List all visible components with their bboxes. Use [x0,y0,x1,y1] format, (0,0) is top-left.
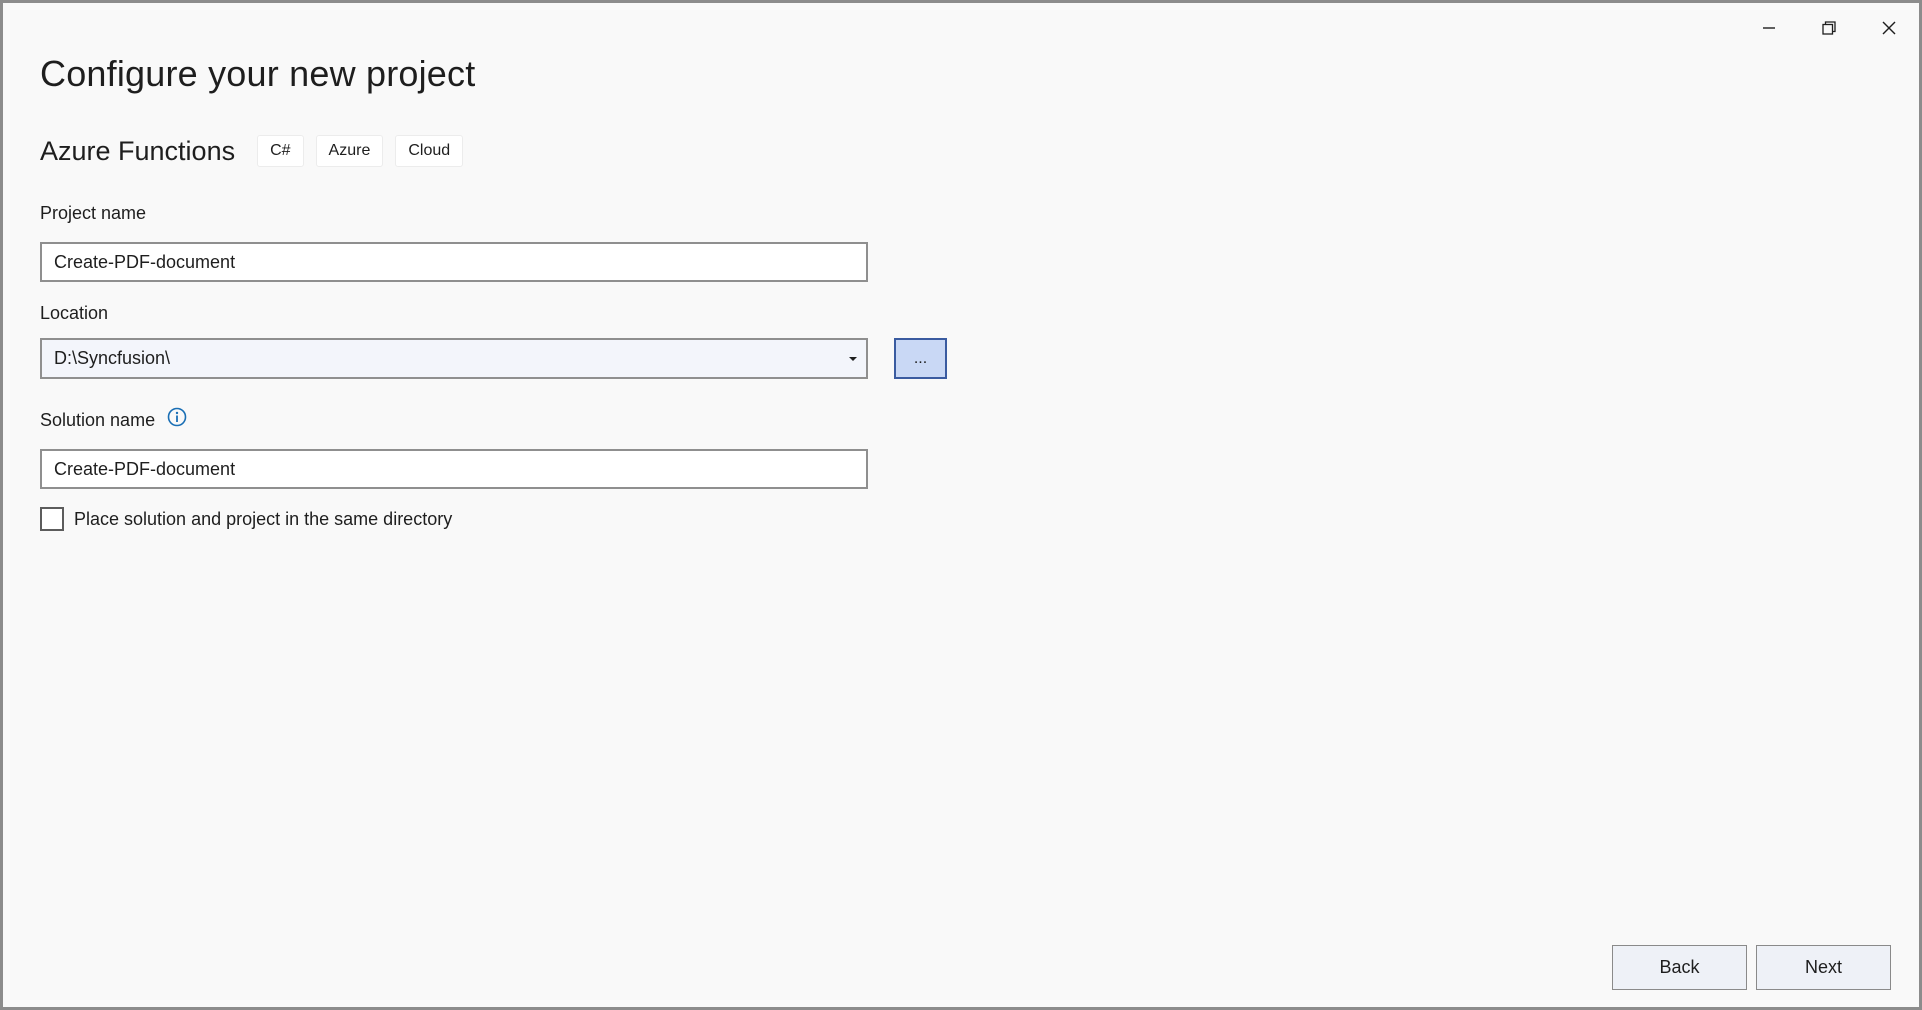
location-label: Location [40,303,109,323]
same-directory-label: Place solution and project in the same d… [74,508,453,529]
project-name-input[interactable] [40,242,868,282]
info-icon[interactable] [167,407,187,432]
minimize-icon [1763,27,1775,29]
tag-platform: Azure [315,135,384,167]
tag-language: C# [257,135,304,167]
same-directory-option[interactable]: Place solution and project in the same d… [40,507,452,531]
project-name-label: Project name [40,203,147,223]
solution-name-label: Solution name [40,407,187,432]
restore-button[interactable] [1801,9,1857,47]
solution-name-input[interactable] [40,449,868,489]
configure-project-window: Configure your new project Azure Functio… [0,0,1922,1010]
restore-icon [1822,21,1836,35]
tag-project-type: Cloud [395,135,464,167]
solution-name-label-text: Solution name [40,410,156,430]
close-icon [1882,21,1896,35]
close-button[interactable] [1861,9,1917,47]
location-value: D:\Syncfusion\ [54,348,171,368]
same-directory-checkbox[interactable] [40,507,64,531]
back-button[interactable]: Back [1612,945,1747,990]
minimize-button[interactable] [1741,9,1797,47]
dropdown-arrow-icon[interactable] [840,340,866,377]
template-info: Azure Functions C# Azure Cloud [40,135,475,167]
browse-location-button[interactable]: ... [894,338,947,379]
next-button[interactable]: Next [1756,945,1891,990]
location-combobox[interactable]: D:\Syncfusion\ [40,338,868,379]
page-title: Configure your new project [40,53,476,94]
template-name: Azure Functions [40,135,236,166]
